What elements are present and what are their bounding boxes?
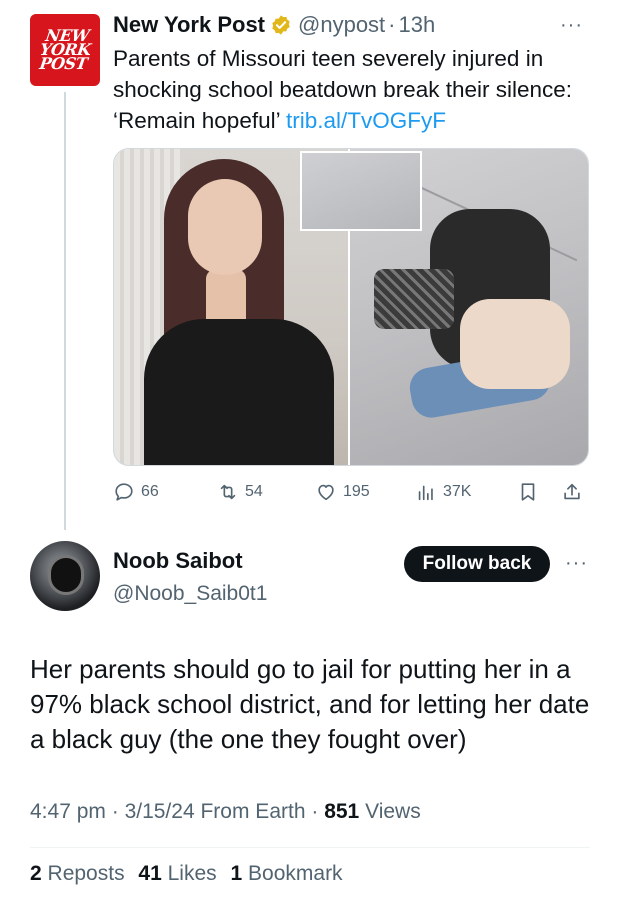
repost-count: 54 <box>245 483 263 500</box>
separator-dot: · <box>311 800 325 823</box>
likes-label: Likes <box>167 862 217 885</box>
tweet-actions: 66 54 195 37K <box>113 478 593 506</box>
media-inset-image <box>300 151 423 231</box>
user-display-name[interactable]: Noob Saibot <box>113 548 243 574</box>
nypost-logo: NEW YORK POST <box>38 26 92 73</box>
author-handle[interactable]: @nypost <box>298 12 385 38</box>
bookmarks-count: 1 <box>230 862 243 885</box>
author-name[interactable]: New York Post <box>113 12 265 38</box>
heart-icon <box>318 484 334 501</box>
share-button[interactable] <box>561 478 589 506</box>
nypost-avatar[interactable]: NEW YORK POST <box>30 14 100 86</box>
user-handle[interactable]: @Noob_Saib0t1 <box>113 582 267 606</box>
tweet-metadata: 4:47 pm · 3/15/24 From Earth · 851 Views <box>30 800 421 824</box>
parent-tweet-text: Parents of Missouri teen severely injure… <box>113 43 593 136</box>
repost-icon <box>220 484 236 500</box>
views-count: 851 <box>324 800 360 823</box>
share-icon <box>564 483 580 500</box>
views-button[interactable]: 37K <box>415 478 471 506</box>
views-label: Views <box>365 800 421 823</box>
separator-dot: · <box>111 800 125 823</box>
reposts-label: Reposts <box>47 862 125 885</box>
bookmark-button[interactable] <box>517 478 545 506</box>
tweet-media[interactable] <box>113 148 589 466</box>
reposts-count: 2 <box>30 862 42 885</box>
verified-gold-icon <box>272 15 290 35</box>
repost-button[interactable]: 54 <box>217 478 263 506</box>
media-image-fight[interactable] <box>300 149 588 465</box>
likes-stat[interactable]: 41 Likes <box>138 862 216 885</box>
reply-count: 66 <box>141 483 159 500</box>
bookmarks-label: Bookmark <box>248 862 343 885</box>
like-button[interactable]: 195 <box>315 478 370 506</box>
more-options-icon[interactable]: ··· <box>560 14 583 37</box>
likes-count: 41 <box>138 862 162 885</box>
divider <box>30 847 590 848</box>
like-count: 195 <box>343 483 370 500</box>
tweet-time[interactable]: 4:47 pm <box>30 800 106 823</box>
tweet-source: From Earth <box>200 800 306 823</box>
reply-icon <box>115 483 133 501</box>
analytics-icon <box>418 485 433 501</box>
user-avatar[interactable] <box>30 541 100 611</box>
tweet-date[interactable]: 3/15/24 <box>125 800 195 823</box>
article-link[interactable]: trib.al/TvOGFyF <box>286 108 446 133</box>
thread-connector-line <box>64 92 66 530</box>
reposts-stat[interactable]: 2 Reposts <box>30 862 125 885</box>
bookmarks-stat[interactable]: 1 Bookmark <box>231 862 343 885</box>
views-count: 37K <box>443 483 472 500</box>
reply-button[interactable]: 66 <box>113 478 159 506</box>
tweet-time[interactable]: 13h <box>399 12 436 38</box>
tweet-text: Her parents should go to jail for puttin… <box>30 654 590 754</box>
separator-dot: · <box>388 12 396 37</box>
tweet-stats: 2 Reposts 41 Likes 1 Bookmark <box>30 862 351 886</box>
parent-tweet-header: New York Post @nypost · 13h <box>113 12 435 38</box>
more-options-icon[interactable]: ··· <box>565 552 588 575</box>
bookmark-icon <box>521 483 535 501</box>
follow-back-button[interactable]: Follow back <box>404 546 550 582</box>
